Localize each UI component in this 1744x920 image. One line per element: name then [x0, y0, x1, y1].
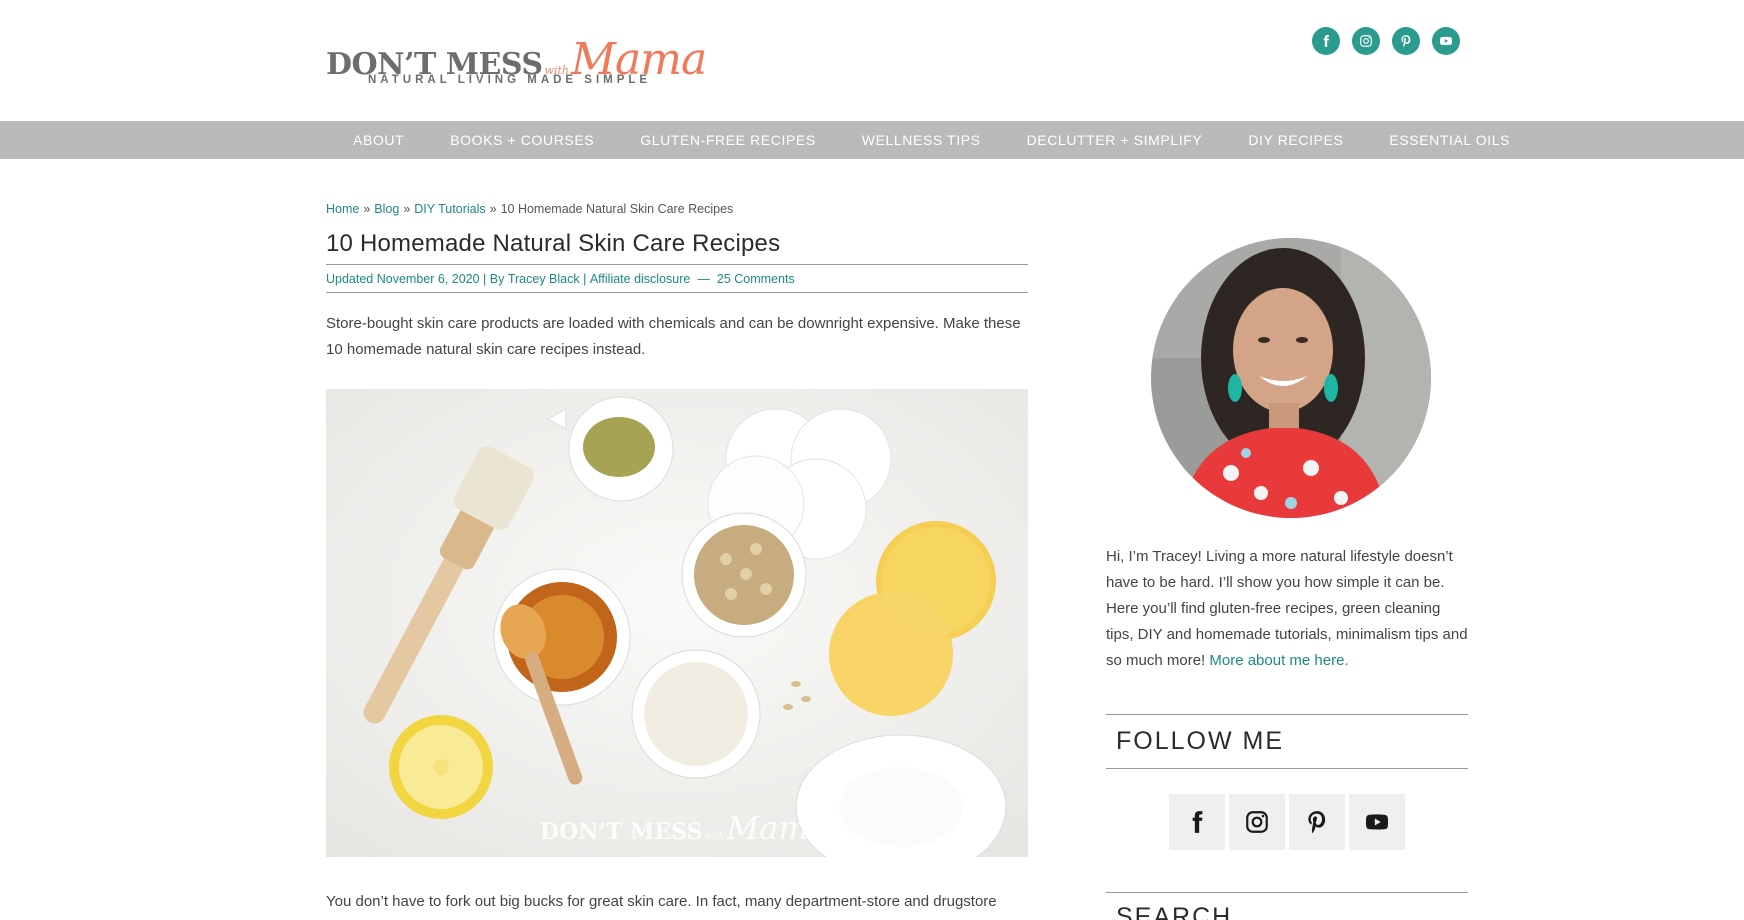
article-main: Home» Blog» DIY Tutorials» 10 Homemade Natu… [326, 180, 1028, 915]
pinterest-icon [1401, 35, 1411, 48]
facebook-icon [1323, 35, 1329, 47]
facebook-icon [1192, 811, 1203, 833]
author-bio: Hi, I’m Tracey! Living a more natural li… [1106, 544, 1468, 674]
hero-image: DON’T MESS withMama [326, 389, 1028, 857]
sidebar-instagram-button[interactable] [1229, 794, 1285, 850]
header-pinterest-button[interactable] [1392, 27, 1420, 55]
skin-care-ingredients-illustration [326, 389, 1028, 857]
header-social-links [1312, 27, 1460, 55]
youtube-icon [1365, 814, 1389, 830]
breadcrumb-blog-link[interactable]: Blog [374, 202, 399, 216]
header-instagram-button[interactable] [1352, 27, 1380, 55]
nav-item-gluten-free-recipes[interactable]: GLUTEN-FREE RECIPES [617, 132, 839, 148]
breadcrumb-current: 10 Homemade Natural Skin Care Recipes [500, 202, 734, 216]
nav-item-declutter-simplify[interactable]: DECLUTTER + SIMPLIFY [1004, 132, 1226, 148]
follow-me-heading: FOLLOW ME [1106, 714, 1468, 769]
breadcrumb-separator: » [363, 202, 371, 216]
nav-item-essential-oils[interactable]: ESSENTIAL OILS [1366, 132, 1533, 148]
site-header: DON’T MESS withMama NATURAL LIVING MADE S… [0, 0, 1744, 120]
meta-dash: — [697, 271, 710, 286]
article-intro: Store-bought skin care products are load… [326, 315, 1021, 358]
main-nav: ABOUT BOOKS + COURSES GLUTEN-FREE RECIPE… [0, 121, 1744, 159]
watermark-main-text: DON’T MESS [540, 819, 703, 845]
instagram-icon [1360, 35, 1372, 47]
article-meta: Updated November 6, 2020 | By Tracey Bla… [326, 264, 1028, 293]
hero-watermark: DON’T MESS withMama [540, 809, 828, 847]
site-logo[interactable]: DON’T MESS withMama NATURAL LIVING MADE S… [326, 22, 716, 92]
meta-affiliate-link[interactable]: Affiliate disclosure [590, 272, 691, 286]
more-about-me-link[interactable]: More about me here. [1209, 652, 1348, 669]
author-portrait-illustration [1151, 238, 1431, 518]
breadcrumb-category-link[interactable]: DIY Tutorials [414, 202, 485, 216]
nav-item-diy-recipes[interactable]: DIY RECIPES [1225, 132, 1366, 148]
youtube-icon [1440, 36, 1452, 46]
sidebar-pinterest-button[interactable] [1289, 794, 1345, 850]
search-heading: SEARCH [1106, 892, 1468, 920]
author-avatar [1151, 238, 1431, 518]
header-youtube-button[interactable] [1432, 27, 1460, 55]
watermark-with-text: with [704, 832, 725, 842]
nav-item-books-courses[interactable]: BOOKS + COURSES [427, 132, 617, 148]
nav-item-about[interactable]: ABOUT [330, 132, 427, 148]
header-facebook-button[interactable] [1312, 27, 1340, 55]
instagram-icon [1246, 811, 1268, 833]
breadcrumb-separator: » [489, 202, 497, 216]
article-title: 10 Homemade Natural Skin Care Recipes [326, 230, 781, 257]
watermark-mama-text: Mama [726, 809, 828, 847]
author-bio-text: Hi, I’m Tracey! Living a more natural li… [1106, 548, 1468, 669]
article-paragraph: You don’t have to fork out big bucks for… [326, 893, 997, 910]
breadcrumb: Home» Blog» DIY Tutorials» 10 Homemade Natu… [326, 202, 1028, 216]
logo-tagline: NATURAL LIVING MADE SIMPLE [368, 74, 652, 86]
meta-updated: Updated November 6, 2020 | By [326, 271, 505, 286]
nav-items: ABOUT BOOKS + COURSES GLUTEN-FREE RECIPE… [330, 121, 1533, 159]
breadcrumb-separator: » [403, 202, 411, 216]
follow-icons [1169, 794, 1405, 850]
sidebar-facebook-button[interactable] [1169, 794, 1225, 850]
nav-item-wellness-tips[interactable]: WELLNESS TIPS [839, 132, 1004, 148]
meta-divider: | [583, 271, 587, 286]
meta-author-link[interactable]: Tracey Black [508, 272, 580, 286]
meta-comments-link[interactable]: 25 Comments [717, 272, 795, 286]
sidebar-youtube-button[interactable] [1349, 794, 1405, 850]
pinterest-icon [1308, 811, 1326, 834]
breadcrumb-home-link[interactable]: Home [326, 202, 359, 216]
